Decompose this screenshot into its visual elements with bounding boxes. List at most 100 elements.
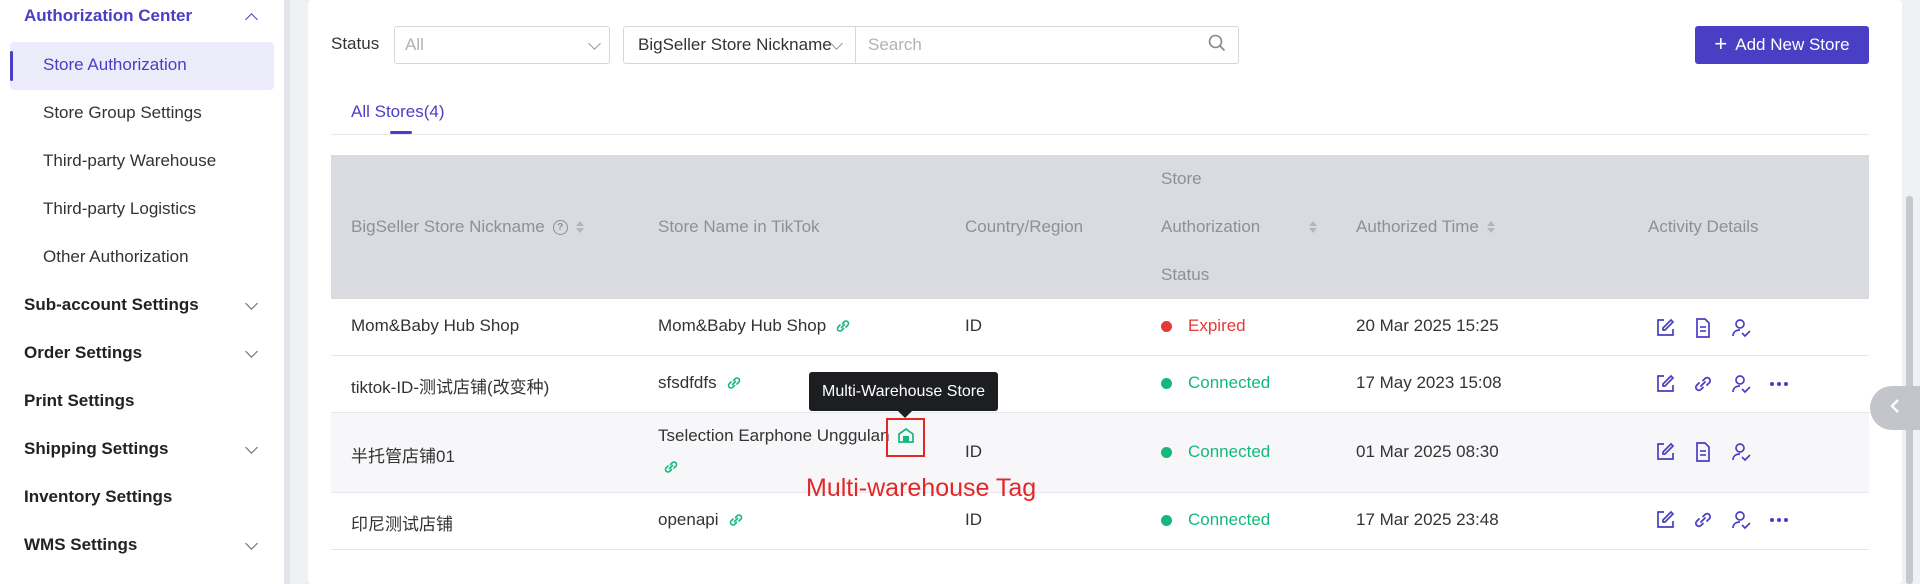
table-row [331,413,1869,493]
tooltip-arrow [898,411,912,418]
row-actions [1654,509,1790,531]
multi-warehouse-tooltip: Multi-Warehouse Store [809,372,998,411]
cell-time: 20 Mar 2025 15:25 [1356,316,1499,335]
cell-country: ID [965,442,982,461]
cell-time: 01 Mar 2025 08:30 [1356,442,1499,461]
link-icon[interactable] [662,458,680,476]
cell-store-name: sfsdfdfs [658,373,743,393]
sidebar-item-other-authorization[interactable]: Other Authorization [43,247,189,267]
cell-status: Connected [1161,510,1270,530]
sidebar-group-label: Order Settings [24,343,143,362]
header-country: Country/Region [965,217,1084,236]
add-new-store-button[interactable]: + Add New Store [1695,26,1869,64]
more-icon[interactable] [1768,509,1790,531]
sort-icon[interactable] [1486,221,1495,233]
search-input[interactable] [868,35,1188,55]
sidebar-item-third-party-warehouse[interactable]: Third-party Warehouse [43,151,216,171]
header-store-name: Store Name in TikTok [658,217,820,236]
cell-country: ID [965,316,982,335]
sidebar-active-indicator [10,51,13,81]
user-check-icon[interactable] [1730,509,1752,531]
sidebar-group-label: Shipping Settings [24,439,169,458]
user-check-icon[interactable] [1730,317,1752,339]
warehouse-icon [897,426,915,449]
sidebar-group-inventory-settings[interactable]: Inventory Settings [24,487,260,507]
cell-status: Connected [1161,442,1270,462]
header-time-label: Authorized Time [1356,217,1479,236]
search-icon[interactable] [1208,34,1226,57]
sidebar-group-label: Sub-account Settings [24,295,199,314]
status-text: Connected [1188,442,1271,461]
status-dot [1161,446,1172,458]
tab-all-stores[interactable]: All Stores(4) [351,102,445,122]
header-authorized-time[interactable]: Authorized Time [1356,217,1495,237]
plus-icon: + [1714,31,1728,56]
sidebar-group-sub-account-settings[interactable]: Sub-account Settings [24,295,260,315]
chevron-down-icon [588,36,601,50]
search-group: BigSeller Store Nickname [623,26,1239,64]
status-text: Connected [1188,373,1271,392]
store-name-text: sfsdfdfs [658,373,717,392]
user-check-icon[interactable] [1730,373,1752,395]
link-icon[interactable] [834,317,852,335]
header-auth-status-line1: Store [1161,169,1202,188]
cell-status: Expired [1161,316,1246,336]
document-icon[interactable] [1692,317,1714,339]
row-actions [1654,441,1752,463]
help-icon[interactable]: ? [552,219,568,235]
sidebar-item-store-authorization[interactable]: Store Authorization [43,55,187,75]
header-auth-status-line3: Status [1161,265,1210,284]
edit-icon[interactable] [1654,373,1676,395]
sidebar-group-label: Print Settings [24,391,135,410]
edit-icon[interactable] [1654,509,1676,531]
edit-icon[interactable] [1654,441,1676,463]
chevron-down-icon [245,536,258,550]
link-chain-icon[interactable] [1692,509,1714,531]
search-type-select[interactable]: BigSeller Store Nickname [624,27,856,63]
header-nickname[interactable]: BigSeller Store Nickname ? [351,217,584,237]
document-icon[interactable] [1692,441,1714,463]
link-icon[interactable] [725,374,743,392]
status-filter-label: Status [331,34,380,53]
cell-store-name: openapi [658,510,745,530]
cell-store-name: Mom&Baby Hub Shop [658,316,852,336]
store-name-text: Mom&Baby Hub Shop [658,316,827,335]
sidebar-scrollbar[interactable] [284,0,290,584]
sidebar-group-wms-settings[interactable]: WMS Settings [24,535,260,555]
status-dot [1161,514,1172,526]
header-activity-details: Activity Details [1648,217,1759,236]
row-actions [1654,317,1752,339]
sidebar-group-order-settings[interactable]: Order Settings [24,343,260,363]
search-type-value: BigSeller Store Nickname [638,35,832,54]
cell-status: Connected [1161,373,1270,393]
sort-icon[interactable] [575,221,584,233]
search-input-wrapper [856,27,1238,63]
more-icon[interactable] [1768,373,1790,395]
cell-nickname: tiktok-ID-测试店铺(改变种) [351,378,550,397]
sidebar-item-third-party-logistics[interactable]: Third-party Logistics [43,199,196,219]
tab-active-underline [390,131,412,134]
sidebar: Authorization Center Store Authorization… [0,0,284,584]
sidebar-group-authorization-center[interactable]: Authorization Center [24,6,260,26]
link-chain-icon[interactable] [1692,373,1714,395]
status-filter-select[interactable]: All [394,26,610,64]
collapse-panel-button[interactable] [1870,386,1920,430]
user-check-icon[interactable] [1730,441,1752,463]
chevron-down-icon [245,344,258,358]
edit-icon[interactable] [1654,317,1676,339]
status-text: Connected [1188,510,1271,529]
header-auth-status[interactable]: Authorization [1161,217,1317,237]
cell-country: ID [965,510,982,529]
sidebar-item-store-group-settings[interactable]: Store Group Settings [43,103,202,123]
chevron-up-icon [245,12,258,26]
sidebar-group-print-settings[interactable]: Print Settings [24,391,260,411]
link-icon[interactable] [727,511,745,529]
chevron-down-icon [245,296,258,310]
chevron-down-icon [830,36,843,50]
sidebar-group-shipping-settings[interactable]: Shipping Settings [24,439,260,459]
multi-warehouse-tag[interactable] [886,418,925,457]
annotation-label: Multi-warehouse Tag [806,474,1037,502]
sidebar-group-label: Inventory Settings [24,487,173,506]
sort-icon[interactable] [1309,221,1317,233]
sidebar-group-label: WMS Settings [24,535,138,554]
